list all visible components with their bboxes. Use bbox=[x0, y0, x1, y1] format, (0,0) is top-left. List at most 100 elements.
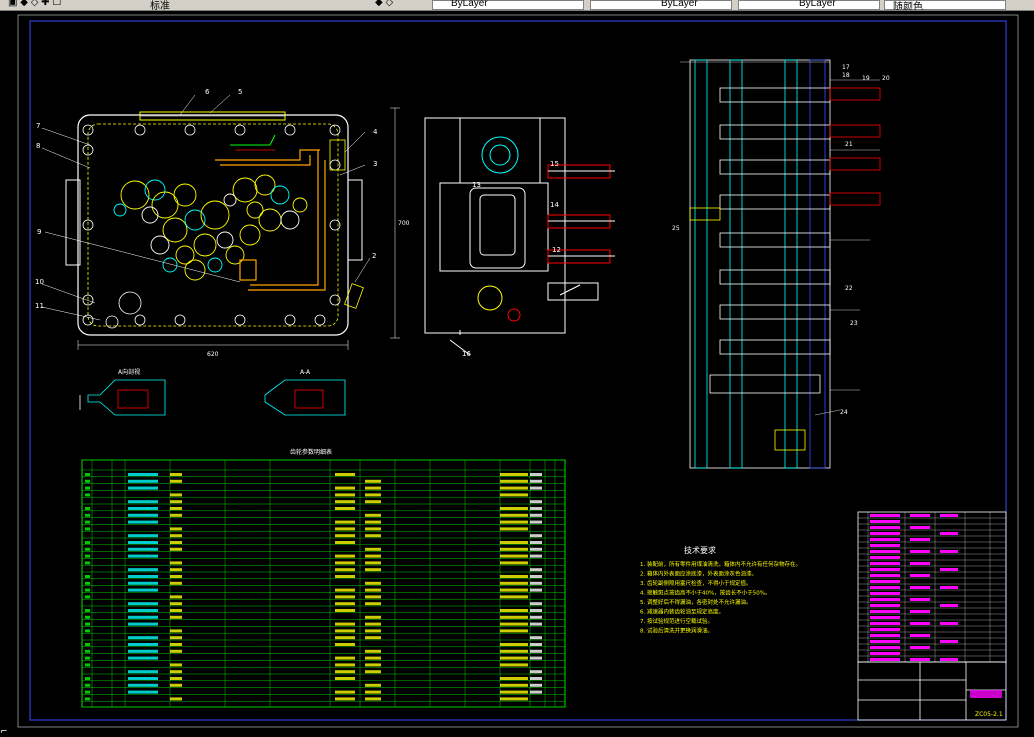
table-cell-mark bbox=[85, 561, 90, 565]
section-view-left bbox=[79, 379, 166, 416]
parts-cell-mark bbox=[940, 604, 958, 607]
parts-cell-mark bbox=[870, 628, 900, 631]
table-cell-mark bbox=[128, 473, 158, 476]
parts-cell-mark bbox=[870, 544, 900, 547]
table-cell-mark bbox=[530, 473, 542, 476]
table-cell-mark bbox=[335, 629, 355, 633]
parts-cell-mark bbox=[940, 640, 958, 643]
layer-tools-icons[interactable]: ◆ ◇ bbox=[375, 0, 393, 9]
parts-list bbox=[857, 511, 1007, 663]
callout-8: 8 bbox=[36, 142, 40, 150]
table-cell-mark bbox=[85, 507, 90, 510]
table-cell-mark bbox=[335, 554, 355, 558]
table-cell-mark bbox=[365, 568, 381, 572]
layer-label[interactable]: 标准 bbox=[150, 0, 170, 10]
parts-cell-mark bbox=[870, 520, 900, 523]
table-cell-mark bbox=[128, 690, 158, 694]
table-cell-mark bbox=[85, 486, 90, 490]
ucs-icon: ⌐ bbox=[0, 727, 8, 737]
table-cell-mark bbox=[128, 670, 158, 674]
table-cell-mark bbox=[365, 629, 381, 633]
table-cell-mark bbox=[128, 534, 158, 538]
parts-cell-mark bbox=[910, 514, 930, 517]
table-cell-mark bbox=[335, 622, 355, 626]
plotstyle-control[interactable]: 随颜色 bbox=[884, 0, 1006, 10]
callout-2: 2 bbox=[372, 252, 376, 260]
tech-req-line: 1. 装配前，所有零件用煤油清洗，箱体内不允许有任何杂物存在。 bbox=[640, 560, 801, 568]
table-cell-mark bbox=[365, 547, 381, 551]
callout-5: 5 bbox=[238, 88, 242, 96]
tech-req-title: 技术要求 bbox=[684, 545, 716, 555]
table-cell-mark bbox=[530, 622, 542, 626]
parts-cell-mark bbox=[910, 610, 930, 613]
layer-icons[interactable]: ▣ ◆ ◇ ✚ ☐ bbox=[8, 0, 61, 9]
table-cell-mark bbox=[85, 473, 90, 476]
table-cell-mark bbox=[85, 622, 90, 626]
callout-14: 14 bbox=[550, 201, 559, 209]
table-cell-mark bbox=[365, 649, 381, 653]
table-cell-mark bbox=[128, 622, 158, 626]
table-cell-mark bbox=[170, 649, 182, 653]
table-cell-mark bbox=[85, 629, 90, 633]
tech-req-line: 3. 齿轮副侧隙用塞尺检查，不得小于规定值。 bbox=[640, 579, 752, 587]
table-cell-mark bbox=[85, 663, 90, 667]
parts-cell-mark bbox=[870, 622, 900, 625]
tech-req-line: 8. 试验后清洗并更换润滑油。 bbox=[640, 627, 713, 635]
drawing-canvas[interactable]: 620 700 6 5 7 8 4 3 9 2 10 11 15 14 13 1… bbox=[0, 11, 1034, 737]
parts-cell-mark bbox=[910, 550, 930, 553]
table-cell-mark bbox=[335, 473, 355, 476]
table-cell-mark bbox=[500, 547, 528, 551]
table-cell-mark bbox=[500, 697, 528, 701]
table-cell-mark bbox=[500, 622, 528, 626]
table-cell-mark bbox=[500, 609, 528, 612]
parts-cell-mark bbox=[940, 658, 958, 661]
tech-req-line: 4. 接触斑点按齿高不小于40%，按齿长不小于50%。 bbox=[640, 589, 770, 597]
table-cell-mark bbox=[365, 527, 381, 531]
table-cell-mark bbox=[500, 541, 528, 544]
parts-cell-mark bbox=[870, 610, 900, 613]
table-cell-mark bbox=[530, 507, 542, 510]
table-cell-mark bbox=[128, 568, 158, 572]
table-cell-mark bbox=[365, 520, 381, 524]
table-cell-mark bbox=[170, 575, 182, 578]
lineweight-control[interactable]: ByLayer bbox=[738, 0, 880, 10]
table-cell-mark bbox=[530, 568, 542, 572]
table-cell-mark bbox=[85, 643, 90, 646]
table-cell-mark bbox=[335, 670, 355, 674]
table-cell-mark bbox=[530, 534, 542, 538]
table-cell-mark bbox=[128, 541, 158, 544]
table-cell-mark bbox=[128, 554, 158, 558]
color-control[interactable]: ByLayer bbox=[432, 0, 584, 10]
table-cell-mark bbox=[335, 697, 355, 701]
table-cell-mark bbox=[128, 486, 158, 490]
table-cell-mark bbox=[530, 541, 542, 544]
table-cell-mark bbox=[530, 643, 542, 646]
table-cell-mark bbox=[85, 527, 90, 531]
table-cell-mark bbox=[170, 581, 182, 585]
table-cell-mark bbox=[500, 513, 528, 517]
parts-cell-mark bbox=[870, 598, 900, 601]
table-cell-mark bbox=[500, 486, 528, 490]
linetype-control[interactable]: ByLayer bbox=[590, 0, 732, 10]
table-cell-mark bbox=[530, 649, 542, 653]
table-cell-mark bbox=[335, 541, 355, 544]
table-cell-mark bbox=[530, 602, 542, 606]
callout-24: 24 bbox=[840, 409, 848, 416]
table-cell-mark bbox=[170, 697, 182, 701]
table-cell-mark bbox=[128, 677, 158, 680]
table-cell-mark bbox=[365, 602, 381, 606]
table-cell-mark bbox=[500, 683, 528, 687]
callout-3: 3 bbox=[373, 160, 377, 168]
table-cell-mark bbox=[85, 609, 90, 612]
parts-cell-mark bbox=[940, 514, 958, 517]
table-cell-mark bbox=[530, 615, 542, 619]
callout-20: 20 bbox=[882, 75, 890, 82]
table-cell-mark bbox=[128, 479, 158, 483]
table-cell-mark bbox=[128, 513, 158, 517]
parts-cell-mark bbox=[870, 526, 900, 529]
table-cell-mark bbox=[365, 615, 381, 619]
parts-cell-mark bbox=[940, 550, 958, 553]
table-cell-mark bbox=[500, 581, 528, 585]
callout-4: 4 bbox=[373, 128, 378, 136]
table-cell-mark bbox=[365, 581, 381, 585]
